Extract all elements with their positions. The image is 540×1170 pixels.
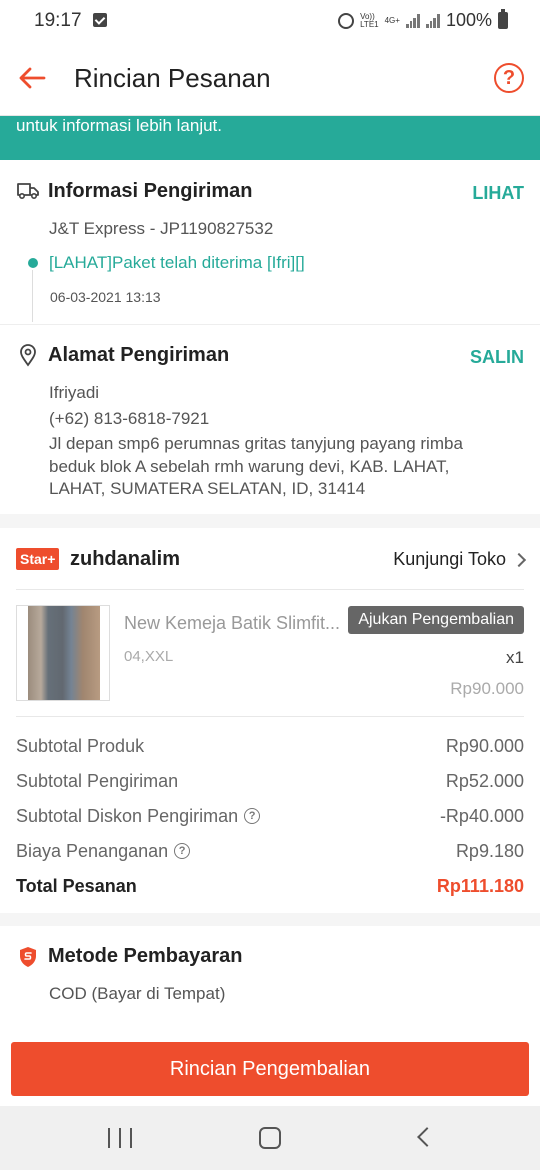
back-nav-icon[interactable] <box>417 1127 437 1147</box>
payment-method: COD (Bayar di Tempat) <box>49 984 226 1003</box>
shipping-address-section: Alamat Pengiriman SALIN Ifriyadi (+62) 8… <box>0 324 540 514</box>
product-price: Rp90.000 <box>450 679 524 698</box>
summary-row: Subtotal Pengiriman Rp52.000 <box>16 769 524 793</box>
total-label: Total Pesanan <box>16 875 137 896</box>
banner-text: untuk informasi lebih lanjut. <box>16 116 223 135</box>
recipient-phone: (+62) 813-6818-7921 <box>49 409 210 428</box>
tracking-timestamp: 06-03-2021 13:13 <box>50 289 161 305</box>
address-line: Jl depan smp6 perumnas gritas tanyjung p… <box>49 434 463 453</box>
shop-name[interactable]: zuhdanalim <box>70 548 180 571</box>
recipient-name: Ifriyadi <box>49 383 100 402</box>
summary-row: Subtotal Produk Rp90.000 <box>16 734 524 758</box>
address-line: beduk blok A sebelah rmh warung devi, KA… <box>49 457 450 476</box>
divider <box>16 589 524 590</box>
battery-icon <box>498 9 508 29</box>
product-quantity: x1 <box>506 648 524 667</box>
courier-tracking: J&T Express - JP1190827532 <box>49 219 274 238</box>
status-time: 19:17 <box>34 10 82 31</box>
summary-label: Subtotal Diskon Pengiriman <box>16 805 239 826</box>
copy-address-link[interactable]: SALIN <box>470 347 524 368</box>
status-bar: 19:17 Vo)) LTE1 4G+ 100% <box>0 0 540 42</box>
divider <box>16 716 524 717</box>
network-gen: 4G+ <box>384 15 400 25</box>
product-image <box>28 606 100 700</box>
home-icon[interactable] <box>259 1127 281 1149</box>
signal-icon <box>405 13 420 28</box>
visit-shop-label: Kunjungi Toko <box>393 549 506 569</box>
signal-icon-2 <box>425 13 440 28</box>
product-variant: 04,XXL <box>124 648 174 665</box>
info-banner: untuk informasi lebih lanjut. <box>0 116 540 160</box>
question-circle-icon[interactable]: ? <box>494 63 524 93</box>
view-tracking-link[interactable]: LIHAT <box>472 183 524 204</box>
visit-shop-button[interactable]: Kunjungi Toko <box>393 549 527 570</box>
order-shop-section: Star+ zuhdanalim Kunjungi Toko New Kemej… <box>0 528 540 913</box>
help-icon[interactable]: ? <box>244 808 261 824</box>
summary-label: Subtotal Pengiriman <box>16 770 179 791</box>
total-value: Rp111.180 <box>436 875 524 896</box>
request-return-button[interactable]: Ajukan Pengembalian <box>348 606 524 634</box>
payment-method-section: Metode Pembayaran COD (Bayar di Tempat) <box>0 926 540 1030</box>
network-bottom-text: LTE1 <box>360 19 379 29</box>
summary-value: Rp90.000 <box>445 735 524 756</box>
system-navigation-bar <box>0 1106 540 1170</box>
address-title: Alamat Pengiriman <box>48 344 230 366</box>
summary-row: Biaya Penanganan? Rp9.180 <box>16 839 524 863</box>
summary-value: Rp9.180 <box>455 840 524 861</box>
status-check-icon <box>93 13 107 27</box>
timeline-line <box>32 270 33 322</box>
timeline-dot <box>28 258 38 268</box>
volte-indicator: Vo)) LTE1 <box>360 12 379 29</box>
shield-payment-icon <box>20 947 36 967</box>
chevron-right-icon <box>511 552 527 567</box>
shipping-info-section: Informasi Pengiriman LIHAT J&T Express -… <box>0 160 540 324</box>
address-line: LAHAT, SUMATERA SELATAN, ID, 31414 <box>49 479 366 498</box>
product-thumbnail[interactable] <box>16 605 110 701</box>
alarm-icon <box>338 12 355 29</box>
bottom-action-area: Rincian Pengembalian <box>0 1030 540 1106</box>
page-title: Rincian Pesanan <box>74 63 271 93</box>
location-pin-icon <box>20 344 36 367</box>
recent-apps-icon[interactable] <box>108 1128 132 1148</box>
return-details-button[interactable]: Rincian Pengembalian <box>11 1042 529 1096</box>
status-right: Vo)) LTE1 4G+ 100% <box>338 9 508 31</box>
summary-label: Subtotal Produk <box>16 735 145 756</box>
star-plus-badge: Star+ <box>16 548 60 570</box>
help-icon[interactable]: ? <box>174 843 191 859</box>
summary-value: Rp52.000 <box>445 770 524 791</box>
app-header: Rincian Pesanan ? <box>0 42 540 116</box>
summary-row: Subtotal Diskon Pengiriman? -Rp40.000 <box>16 804 524 828</box>
total-row: Total Pesanan Rp111.180 <box>16 874 524 898</box>
product-name[interactable]: New Kemeja Batik Slimfit... <box>124 613 354 634</box>
latest-tracking-status: [LAHAT]Paket telah diterima [Ifri][] <box>49 253 305 272</box>
payment-title: Metode Pembayaran <box>48 945 243 967</box>
shipping-title: Informasi Pengiriman <box>48 180 253 202</box>
battery-level: 100% <box>445 10 492 30</box>
arrow-left-icon[interactable] <box>16 62 48 94</box>
summary-value: -Rp40.000 <box>439 805 524 826</box>
summary-label: Biaya Penanganan <box>16 840 169 861</box>
truck-icon <box>17 183 39 200</box>
